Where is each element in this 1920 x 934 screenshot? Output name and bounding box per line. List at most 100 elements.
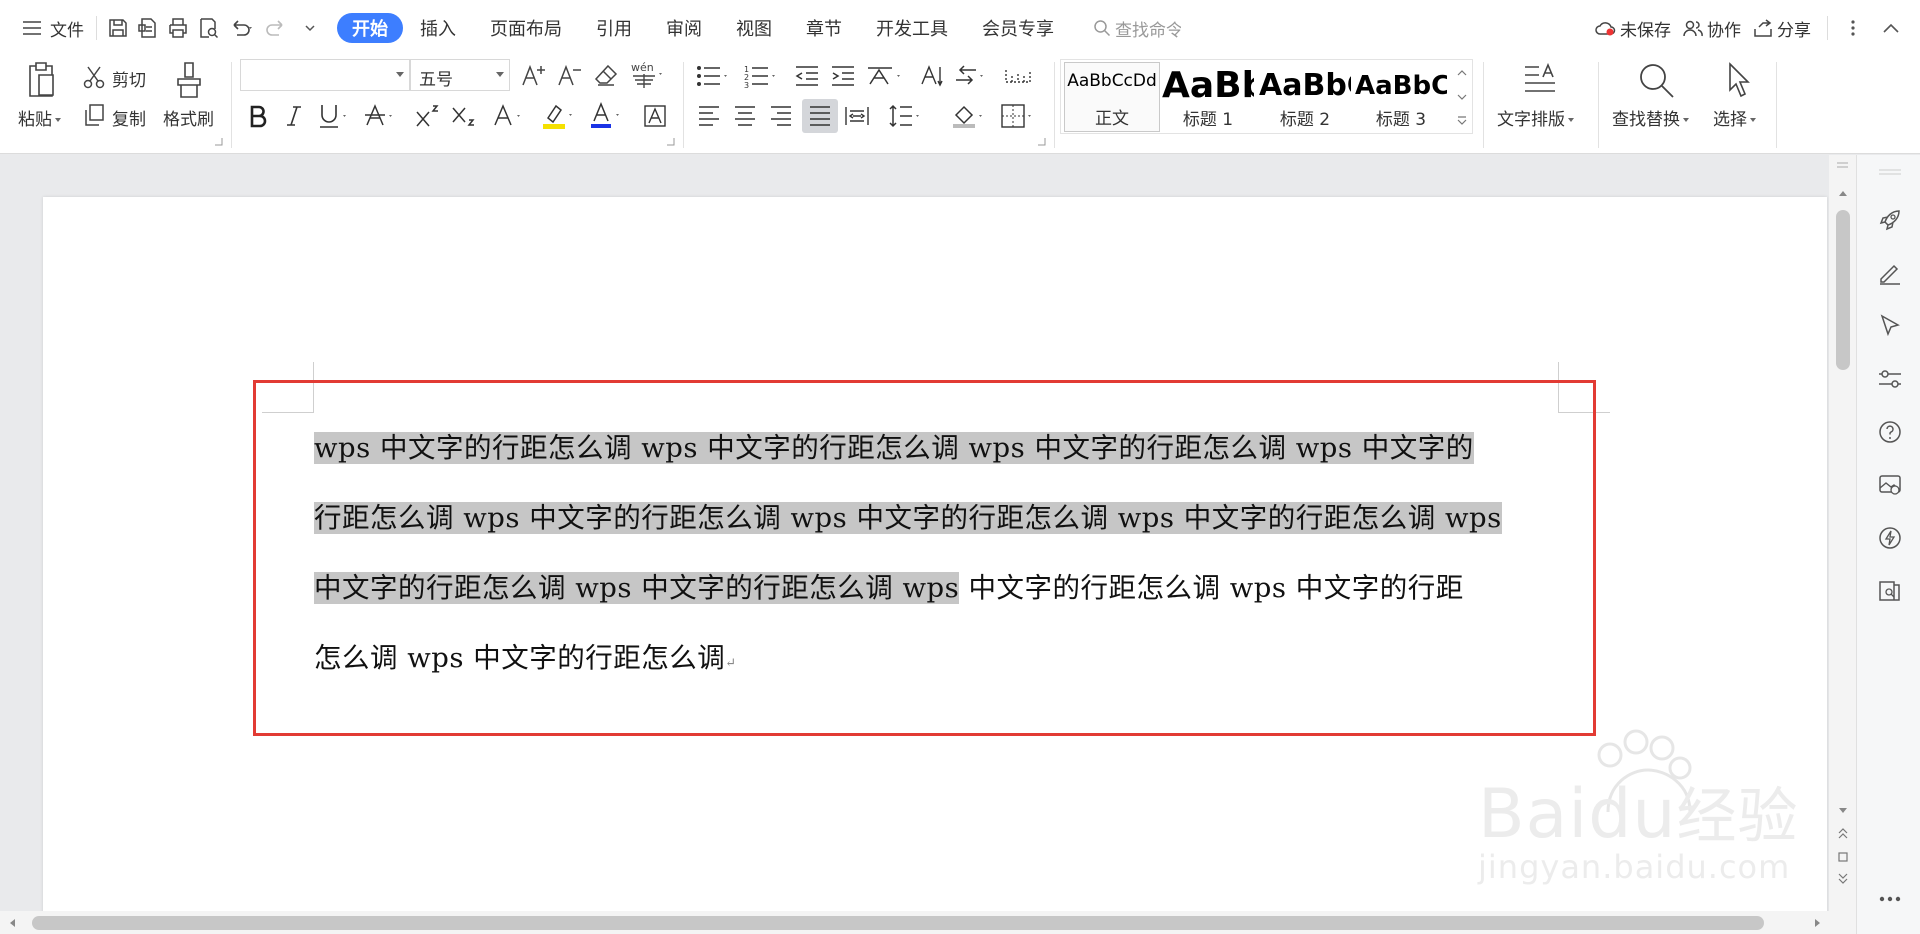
format-painter-icon[interactable] (172, 60, 206, 100)
grow-font-icon[interactable] (520, 61, 548, 89)
copy-button[interactable]: 复制 (112, 105, 146, 130)
pen-icon[interactable] (1877, 260, 1903, 286)
tab-review[interactable]: 审阅 (649, 8, 719, 48)
text-layout-icon[interactable] (1522, 62, 1558, 100)
export-pdf-icon[interactable] (133, 11, 163, 45)
paste-button[interactable]: 粘贴 (18, 105, 61, 130)
horizontal-scroll-thumb[interactable] (32, 916, 1764, 930)
tab-member[interactable]: 会员专享 (965, 8, 1071, 48)
select-button[interactable]: 选择 (1713, 105, 1756, 130)
print-preview-icon[interactable] (193, 11, 223, 45)
lightning-icon[interactable] (1877, 525, 1903, 551)
settings-sliders-icon[interactable] (1877, 366, 1903, 392)
styles-scroll-up-icon[interactable] (1454, 62, 1470, 84)
chinese-layout-icon[interactable] (864, 62, 908, 90)
tab-page-layout[interactable]: 页面布局 (473, 8, 579, 48)
line-spacing-icon[interactable] (886, 100, 926, 132)
tab-section[interactable]: 章节 (789, 8, 859, 48)
font-size-dropdown[interactable]: 五号 (410, 59, 510, 91)
clear-format-icon[interactable] (592, 61, 620, 89)
scroll-up-icon[interactable] (1838, 189, 1848, 197)
command-search[interactable]: 查找命令 (1087, 8, 1187, 48)
bullet-list-icon[interactable] (694, 62, 734, 90)
paste-icon[interactable] (22, 60, 60, 100)
shrink-font-icon[interactable] (556, 61, 584, 89)
scroll-right-icon[interactable] (1814, 918, 1822, 928)
clipboard-launcher-icon[interactable] (215, 138, 223, 146)
style-normal[interactable]: AaBbCcDd 正文 (1064, 62, 1160, 132)
previous-page-icon[interactable] (1837, 827, 1849, 839)
show-hide-marks-icon[interactable] (952, 62, 992, 90)
quick-access-dropdown-icon[interactable] (295, 11, 325, 45)
help-icon[interactable] (1877, 419, 1903, 445)
text-direction-icon[interactable] (916, 62, 946, 90)
subscript-icon[interactable] (450, 100, 480, 132)
print-icon[interactable] (163, 11, 193, 45)
tab-view[interactable]: 视图 (719, 8, 789, 48)
increase-indent-icon[interactable] (828, 62, 858, 90)
file-menu[interactable]: 文件 (16, 8, 90, 48)
phonetic-guide-icon[interactable]: wén (628, 59, 668, 91)
next-page-icon[interactable] (1837, 873, 1849, 885)
format-painter-button[interactable]: 格式刷 (163, 105, 214, 130)
collapse-ribbon-icon[interactable] (1876, 11, 1906, 45)
more-tools-icon[interactable] (1877, 895, 1903, 905)
align-center-icon[interactable] (730, 100, 760, 132)
shading-icon[interactable] (950, 100, 990, 132)
cut-icon[interactable] (80, 64, 108, 90)
reading-mode-icon[interactable] (1877, 578, 1903, 604)
underline-icon[interactable] (316, 100, 356, 132)
cursor-icon[interactable] (1877, 313, 1903, 339)
decrease-indent-icon[interactable] (792, 62, 822, 90)
tab-ruler-icon[interactable] (1002, 62, 1034, 90)
save-icon[interactable] (103, 11, 133, 45)
strikethrough-icon[interactable] (362, 100, 402, 132)
font-name-dropdown[interactable] (240, 59, 410, 91)
tab-references[interactable]: 引用 (579, 8, 649, 48)
align-right-icon[interactable] (766, 100, 796, 132)
justify-icon[interactable] (802, 99, 838, 133)
style-heading-2[interactable]: AaBbC 标题 2 (1257, 62, 1353, 132)
rocket-icon[interactable] (1877, 207, 1903, 233)
styles-more-icon[interactable] (1454, 110, 1470, 132)
text-layout-button[interactable]: 文字排版 (1497, 105, 1574, 130)
collaborate-button[interactable]: 协作 (1677, 8, 1747, 48)
vertical-scrollbar[interactable] (1829, 155, 1856, 914)
scroll-left-icon[interactable] (8, 918, 16, 928)
styles-scroll-down-icon[interactable] (1454, 86, 1470, 108)
scroll-thumb[interactable] (1836, 210, 1850, 370)
unsaved-status[interactable]: 未保存 (1588, 8, 1677, 48)
distribute-icon[interactable] (842, 100, 872, 132)
font-launcher-icon[interactable] (667, 138, 675, 146)
character-border-icon[interactable] (640, 100, 670, 132)
copy-icon[interactable] (80, 102, 108, 128)
tab-insert[interactable]: 插入 (403, 8, 473, 48)
split-handle-icon[interactable] (1836, 161, 1849, 169)
browse-object-icon[interactable] (1837, 851, 1849, 863)
align-left-icon[interactable] (694, 100, 724, 132)
style-heading-3[interactable]: AaBbCc 标题 3 (1353, 62, 1449, 132)
find-replace-button[interactable]: 查找替换 (1612, 105, 1689, 130)
highlight-color-icon[interactable] (540, 100, 580, 132)
undo-icon[interactable] (223, 11, 259, 45)
superscript-icon[interactable] (414, 100, 444, 132)
style-heading-1[interactable]: AaBb 标题 1 (1160, 62, 1256, 132)
tab-home[interactable]: 开始 (337, 13, 403, 43)
find-replace-icon[interactable] (1636, 60, 1676, 100)
font-color-icon[interactable] (588, 100, 628, 132)
image-tools-icon[interactable] (1877, 472, 1903, 498)
more-options-icon[interactable] (1838, 11, 1868, 45)
select-icon[interactable] (1722, 60, 1756, 100)
borders-icon[interactable] (998, 100, 1038, 132)
share-button[interactable]: 分享 (1747, 8, 1817, 48)
numbered-list-icon[interactable]: 123 (742, 62, 782, 90)
horizontal-scrollbar[interactable] (0, 911, 1856, 934)
scroll-down-icon[interactable] (1838, 807, 1848, 815)
tab-developer[interactable]: 开发工具 (859, 8, 965, 48)
text-effect-icon[interactable] (490, 100, 530, 132)
redo-icon[interactable] (259, 11, 295, 45)
bold-icon[interactable] (244, 100, 272, 132)
paragraph-launcher-icon[interactable] (1038, 138, 1046, 146)
cut-button[interactable]: 剪切 (112, 66, 146, 91)
italic-icon[interactable] (280, 100, 308, 132)
